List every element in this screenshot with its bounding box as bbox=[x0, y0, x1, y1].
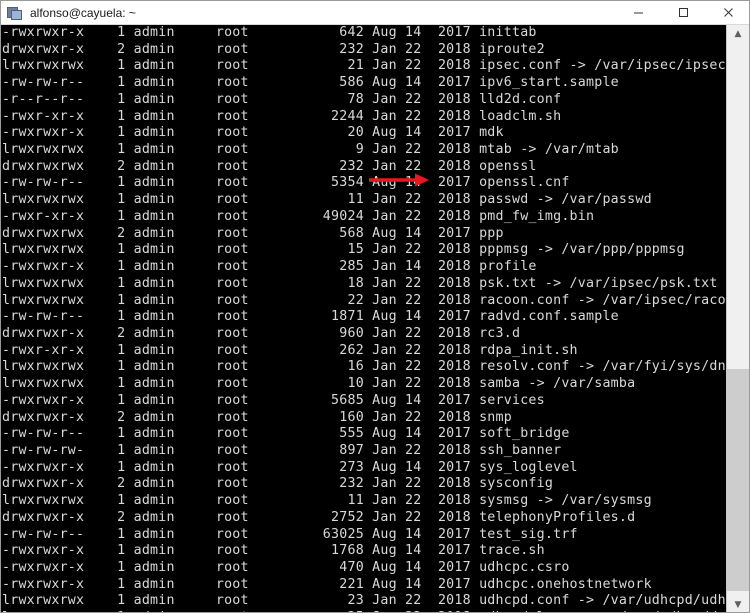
terminal-line: lrwxrwxrwx 1 admin root 9 Jan 22 2018 mt… bbox=[2, 142, 619, 158]
terminal-line: lrwxrwxrwx 1 admin root 11 Jan 22 2018 s… bbox=[2, 493, 652, 509]
terminal-line: lrwxrwxrwx 1 admin root 21 Jan 22 2018 i… bbox=[2, 58, 728, 74]
terminal-line: -rwxrwxr-x 1 admin root 273 Aug 14 2017 … bbox=[2, 459, 578, 475]
terminal-line: drwxrwxr-x 2 admin root 232 Jan 22 2018 … bbox=[2, 476, 554, 492]
terminal-line: lrwxrwxrwx 1 admin root 11 Jan 22 2018 p… bbox=[2, 192, 652, 208]
title-bar: alfonso@cayuela: ~ bbox=[1, 1, 749, 25]
terminal-line: -rw-rw-r-- 1 admin root 63025 Aug 14 201… bbox=[2, 526, 578, 542]
terminal-line: drwxrwxr-x 2 admin root 2752 Jan 22 2018… bbox=[2, 509, 636, 525]
maximize-icon bbox=[679, 8, 688, 17]
terminal-line: -rwxrwxr-x 1 admin root 221 Aug 14 2017 … bbox=[2, 576, 652, 592]
terminal-line: drwxrwxrwx 2 admin root 232 Jan 22 2018 … bbox=[2, 158, 537, 174]
terminal-line: -rwxrwxr-x 1 admin root 470 Aug 14 2017 … bbox=[2, 560, 570, 575]
minimize-button[interactable] bbox=[616, 1, 661, 24]
terminal-line: lrwxrwxrwx 1 admin root 22 Jan 22 2018 r… bbox=[2, 292, 728, 308]
scrollbar-thumb[interactable] bbox=[727, 369, 749, 591]
terminal-line: -rwxrwxr-x 1 admin root 5685 Aug 14 2017… bbox=[2, 392, 545, 408]
terminal-line: -rwxrwxr-x 1 admin root 642 Aug 14 2017 … bbox=[2, 25, 537, 40]
scroll-down-arrow-icon[interactable]: ▼ bbox=[727, 596, 749, 612]
terminal-line: -rw-rw-r-- 1 admin root 586 Aug 14 2017 … bbox=[2, 75, 619, 91]
scroll-up-arrow-icon[interactable]: ▲ bbox=[727, 25, 749, 43]
maximize-button[interactable] bbox=[661, 1, 706, 24]
terminal-line: -rwxr-xr-x 1 admin root 262 Jan 22 2018 … bbox=[2, 342, 578, 358]
terminal-line: -rwxr-xr-x 1 admin root 49024 Jan 22 201… bbox=[2, 208, 595, 224]
terminal-line: lrwxrwxrwx 1 admin root 23 Jan 22 2018 u… bbox=[2, 593, 728, 609]
terminal-line: drwxrwxr-x 2 admin root 960 Jan 22 2018 … bbox=[2, 325, 521, 341]
close-icon bbox=[724, 8, 733, 17]
minimize-icon bbox=[634, 12, 643, 14]
terminal-line: -rwxr-xr-x 1 admin root 2244 Jan 22 2018… bbox=[2, 108, 562, 124]
terminal-line: lrwxrwxrwx 1 admin root 10 Jan 22 2018 s… bbox=[2, 376, 636, 392]
terminal-line: -rwxrwxr-x 1 admin root 20 Aug 14 2017 m… bbox=[2, 125, 504, 141]
window-title: alfonso@cayuela: ~ bbox=[30, 5, 136, 20]
terminal-line: -rw-rw-r-- 1 admin root 1871 Aug 14 2017… bbox=[2, 309, 619, 325]
terminal-line: lrwxrwxrwx 1 admin root 18 Jan 22 2018 p… bbox=[2, 275, 718, 291]
terminal-line: -r--r--r-- 1 admin root 78 Jan 22 2018 l… bbox=[2, 91, 562, 107]
putty-terminal-window: alfonso@cayuela: ~ -rwxrwxr-x 1 admin ro… bbox=[0, 0, 750, 613]
putty-icon bbox=[7, 5, 23, 21]
terminal-line: lrwxrwxrwx 1 admin root 15 Jan 22 2018 p… bbox=[2, 242, 685, 258]
terminal-line: drwxrwxr-x 2 admin root 160 Jan 22 2018 … bbox=[2, 409, 512, 425]
terminal-line: -rw-rw-r-- 1 admin root 555 Aug 14 2017 … bbox=[2, 426, 570, 442]
terminal-line: -rwxrwxr-x 1 admin root 285 Jan 14 2018 … bbox=[2, 259, 537, 275]
terminal-line: drwxrwxrwx 2 admin root 568 Aug 14 2017 … bbox=[2, 225, 504, 241]
terminal-line: drwxrwxr-x 2 admin root 232 Jan 22 2018 … bbox=[2, 41, 545, 57]
terminal-line: lrwxrwxrwx 1 admin root 16 Jan 22 2018 r… bbox=[2, 359, 728, 375]
vertical-scrollbar[interactable]: ▲ ▼ bbox=[726, 25, 749, 612]
terminal-line: -rw-rw-r-- 1 admin root 5354 Aug 14 2017… bbox=[2, 175, 570, 191]
terminal-line: -rwxrwxr-x 1 admin root 1768 Aug 14 2017… bbox=[2, 543, 545, 559]
terminal-line: -rw-rw-rw- 1 admin root 897 Jan 22 2018 … bbox=[2, 442, 562, 458]
terminal-output[interactable]: -rwxrwxr-x 1 admin root 642 Aug 14 2017 … bbox=[1, 25, 728, 612]
close-button[interactable] bbox=[706, 1, 749, 24]
